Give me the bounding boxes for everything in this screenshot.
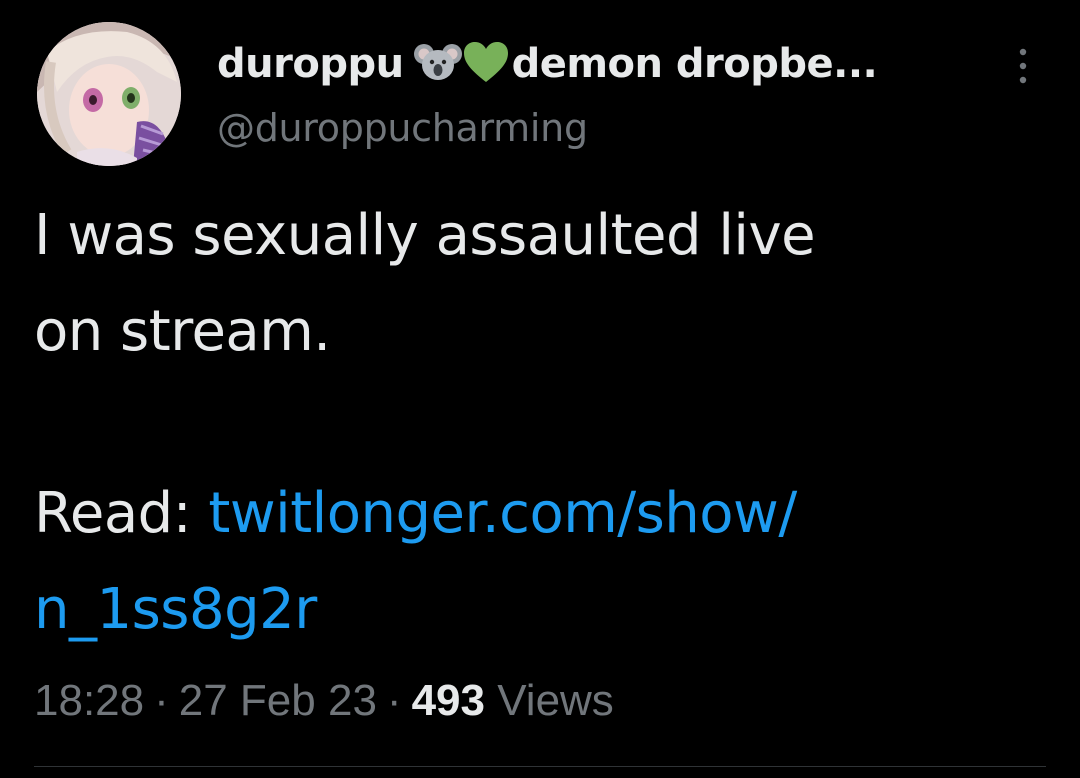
koala-icon — [413, 40, 462, 88]
avatar-image — [37, 22, 181, 166]
tweet-text-line-2: on stream. — [34, 299, 331, 364]
tweet-text-line-1: I was sexually assaulted live — [34, 203, 816, 268]
user-handle[interactable]: @duroppucharming — [217, 106, 588, 150]
separator-dot: · — [154, 676, 169, 725]
tweet-metadata: 18:28 · 27 Feb 23 · 493 Views — [34, 676, 614, 726]
twitlonger-link-continued[interactable]: n_1ss8g2r — [34, 577, 317, 642]
more-options-icon[interactable] — [1016, 46, 1030, 86]
twitlonger-link[interactable]: twitlonger.com/show/ — [208, 481, 797, 546]
tweet-text: I was sexually assaulted live on stream. — [34, 188, 1034, 380]
tweet-link-block: Read: twitlonger.com/show/ n_1ss8g2r — [34, 466, 1034, 658]
avatar[interactable] — [37, 22, 181, 166]
views-label[interactable]: Views — [497, 676, 614, 725]
read-label: Read: — [34, 481, 209, 546]
tweet-time[interactable]: 18:28 — [34, 676, 144, 725]
separator-dot: · — [386, 676, 402, 725]
tweet: duroppu demon dropbe... @duroppucharming — [0, 0, 1080, 778]
display-name[interactable]: duroppu — [217, 41, 404, 87]
views-count[interactable]: 493 — [412, 676, 485, 725]
divider — [34, 766, 1046, 767]
tweet-date[interactable]: 27 Feb 23 — [179, 676, 377, 725]
display-name-suffix[interactable]: demon dropbe... — [512, 41, 878, 87]
green-heart-icon — [462, 40, 510, 88]
display-name-row[interactable]: duroppu demon dropbe... — [217, 34, 878, 94]
